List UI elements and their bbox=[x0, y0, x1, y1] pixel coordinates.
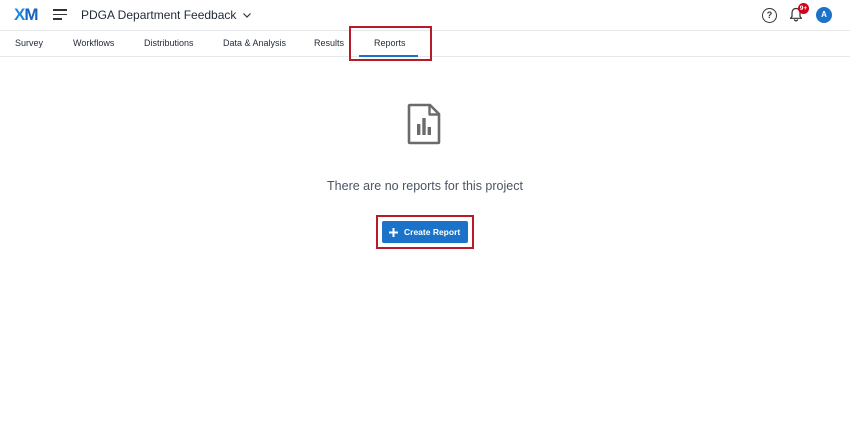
logo-x: X bbox=[14, 5, 25, 24]
tab-survey[interactable]: Survey bbox=[15, 38, 43, 48]
avatar[interactable]: A bbox=[816, 7, 832, 23]
plus-icon bbox=[389, 227, 398, 237]
tab-workflows[interactable]: Workflows bbox=[73, 38, 114, 48]
tab-distributions[interactable]: Distributions bbox=[144, 38, 194, 48]
project-title: PDGA Department Feedback bbox=[81, 8, 237, 22]
xm-logo[interactable]: X M bbox=[14, 5, 39, 25]
create-report-label: Create Report bbox=[404, 227, 461, 237]
tab-results[interactable]: Results bbox=[314, 38, 344, 48]
notification-badge: 9+ bbox=[798, 3, 809, 14]
help-circle-icon[interactable]: ? bbox=[762, 8, 777, 23]
app-window: X M PDGA Department Feedback ? 9+ A Surv… bbox=[0, 0, 850, 424]
hamburger-menu-icon[interactable] bbox=[53, 8, 67, 20]
report-chart-icon bbox=[407, 103, 441, 145]
chevron-down-icon bbox=[243, 13, 252, 18]
create-report-button[interactable]: Create Report bbox=[382, 221, 468, 243]
logo-m: M bbox=[24, 5, 38, 24]
empty-state-message: There are no reports for this project bbox=[327, 179, 523, 193]
tab-data-analysis[interactable]: Data & Analysis bbox=[223, 38, 286, 48]
reports-tab-highlight-box bbox=[349, 26, 432, 61]
project-selector[interactable]: PDGA Department Feedback bbox=[81, 7, 252, 23]
